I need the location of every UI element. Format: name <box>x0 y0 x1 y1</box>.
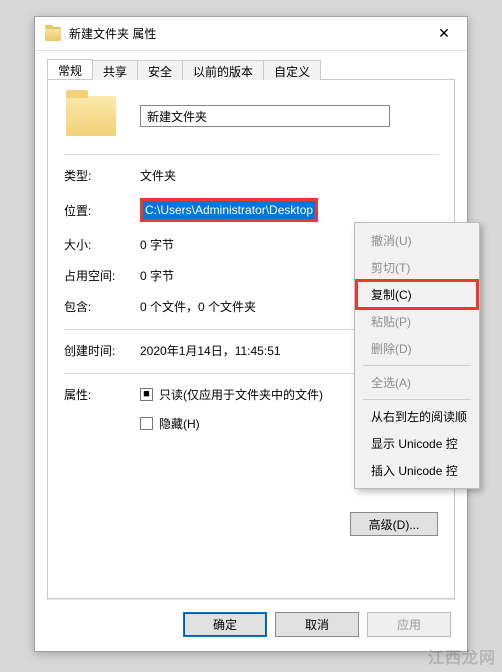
folder-icon <box>45 27 61 41</box>
watermark: 江西龙网 <box>428 644 496 668</box>
dialog-button-row: 确定 取消 应用 <box>47 599 455 639</box>
tab-security[interactable]: 安全 <box>137 60 183 80</box>
menu-insert-unicode[interactable]: 插入 Unicode 控 <box>357 457 477 484</box>
menu-select-all[interactable]: 全选(A) <box>357 369 477 396</box>
label-type: 类型: <box>64 167 140 184</box>
label-size-on-disk: 占用空间: <box>64 267 140 284</box>
cancel-button[interactable]: 取消 <box>275 612 359 637</box>
menu-separator <box>363 399 471 400</box>
folder-large-icon <box>66 96 116 136</box>
menu-rtl-reading[interactable]: 从右到左的阅读顺 <box>357 403 477 430</box>
window-title: 新建文件夹 属性 <box>69 25 156 42</box>
hidden-checkbox[interactable]: 隐藏(H) <box>140 415 323 432</box>
folder-name-input[interactable] <box>140 105 390 127</box>
ok-button[interactable]: 确定 <box>183 612 267 637</box>
separator <box>64 154 438 155</box>
checkbox-icon <box>140 417 153 430</box>
value-location[interactable]: C:\Users\Administrator\Desktop <box>143 201 315 219</box>
value-size-on-disk: 0 字节 <box>140 267 174 284</box>
close-icon: ✕ <box>438 25 450 42</box>
menu-undo[interactable]: 撤消(U) <box>357 227 477 254</box>
menu-separator <box>363 365 471 366</box>
close-button[interactable]: ✕ <box>421 17 467 50</box>
checkbox-icon: ■ <box>140 388 153 401</box>
label-attributes: 属性: <box>64 386 140 403</box>
label-location: 位置: <box>64 202 140 219</box>
tab-strip: 常规 共享 安全 以前的版本 自定义 <box>47 59 455 80</box>
label-size: 大小: <box>64 236 140 253</box>
tab-previous-versions[interactable]: 以前的版本 <box>182 60 264 80</box>
menu-show-unicode[interactable]: 显示 Unicode 控 <box>357 430 477 457</box>
value-contains: 0 个文件，0 个文件夹 <box>140 298 256 315</box>
tab-general[interactable]: 常规 <box>47 59 93 79</box>
menu-cut[interactable]: 剪切(T) <box>357 254 477 281</box>
context-menu: 撤消(U) 剪切(T) 复制(C) 粘贴(P) 删除(D) 全选(A) 从右到左… <box>354 222 480 489</box>
titlebar: 新建文件夹 属性 ✕ <box>35 17 467 51</box>
tab-customize[interactable]: 自定义 <box>263 60 321 80</box>
menu-copy[interactable]: 复制(C) <box>357 281 477 308</box>
tab-sharing[interactable]: 共享 <box>92 60 138 80</box>
advanced-button[interactable]: 高级(D)... <box>350 512 438 536</box>
readonly-label: 只读(仅应用于文件夹中的文件) <box>159 386 323 403</box>
menu-delete[interactable]: 删除(D) <box>357 335 477 362</box>
value-type: 文件夹 <box>140 167 176 184</box>
location-highlight: C:\Users\Administrator\Desktop <box>140 198 318 222</box>
menu-paste[interactable]: 粘贴(P) <box>357 308 477 335</box>
label-created: 创建时间: <box>64 342 140 359</box>
value-created: 2020年1月14日，11:45:51 <box>140 342 281 359</box>
hidden-label: 隐藏(H) <box>159 415 200 432</box>
readonly-checkbox[interactable]: ■ 只读(仅应用于文件夹中的文件) <box>140 386 323 403</box>
apply-button[interactable]: 应用 <box>367 612 451 637</box>
label-contains: 包含: <box>64 298 140 315</box>
value-size: 0 字节 <box>140 236 174 253</box>
